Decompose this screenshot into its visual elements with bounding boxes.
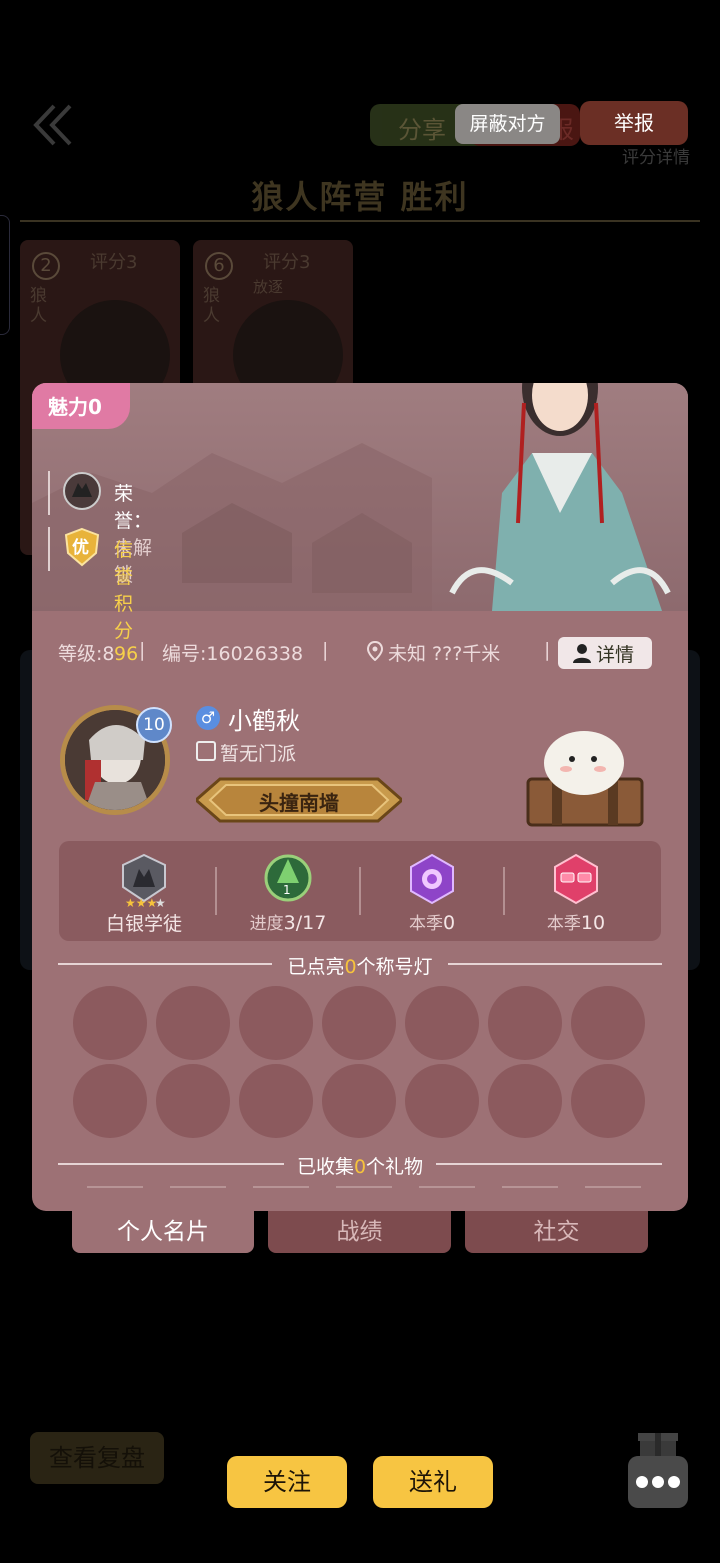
game-result-title: 狼人阵营 胜利 <box>251 178 469 216</box>
divider <box>448 963 662 965</box>
gift-slot-edge <box>502 1186 558 1188</box>
title-light-slot[interactable] <box>156 986 230 1060</box>
location-text: 未知 ???千米 <box>388 643 501 665</box>
title-plate[interactable]: 头撞南墙 <box>193 775 405 825</box>
more-dots-icon[interactable] <box>628 1456 688 1508</box>
title-light-slot[interactable] <box>322 1064 396 1138</box>
title-light-slot[interactable] <box>322 986 396 1060</box>
title-light-slot[interactable] <box>405 1064 479 1138</box>
separator: | <box>544 639 551 661</box>
sect-flag-icon <box>196 741 216 761</box>
wolf-emblem-icon: ★★★ ★ <box>119 853 169 910</box>
title-light-slot[interactable] <box>488 986 562 1060</box>
achievement-label: 本季10 <box>546 912 606 934</box>
avatar-level-badge: 10 <box>136 707 172 743</box>
achievement-label: 白银学徒 <box>105 913 182 935</box>
title-light-slot[interactable] <box>571 1064 645 1138</box>
double-chevron-left-icon <box>33 104 72 146</box>
tab-profile-card[interactable]: 个人名片 <box>72 1211 254 1253</box>
gift-slot-edge <box>87 1186 143 1188</box>
sect-text: 暂无门派 <box>220 743 297 765</box>
block-opponent-button[interactable]: 屏蔽对方 <box>455 104 560 144</box>
tab-social[interactable]: 社交 <box>465 1211 648 1253</box>
title-light-slot[interactable] <box>73 1064 147 1138</box>
charm-badge: 魅力0 <box>32 383 130 429</box>
achievement-progress[interactable]: 1 进度3/17 <box>213 841 363 941</box>
male-gender-icon: ♂ <box>196 706 220 730</box>
title-light-grid <box>73 986 653 1138</box>
divider <box>20 220 700 222</box>
detail-button[interactable]: 详情 <box>558 637 652 669</box>
achievement-label: 进度3/17 <box>249 912 327 934</box>
user-id-text: 编号:16026338 <box>162 643 304 665</box>
follow-button[interactable]: 关注 <box>227 1456 347 1508</box>
credit-shield-icon: 优 <box>62 527 102 567</box>
gift-slot-edge <box>419 1186 475 1188</box>
view-replay-button[interactable]: 查看复盘 <box>30 1432 164 1484</box>
title-light-slot[interactable] <box>488 1064 562 1138</box>
honor-row: 荣誉：未解锁 <box>48 471 152 586</box>
title-light-slot[interactable] <box>73 986 147 1060</box>
gift-slot-edge <box>253 1186 309 1188</box>
achievement-season-glasses[interactable]: 本季10 <box>501 841 651 941</box>
svg-text:★★★: ★★★ <box>125 896 157 907</box>
score-detail-link: 评分详情 <box>622 148 690 168</box>
purple-rose-badge-icon <box>407 853 457 907</box>
title-light-slot[interactable] <box>405 986 479 1060</box>
title-light-slot[interactable] <box>239 986 313 1060</box>
gift-slot-edge <box>336 1186 392 1188</box>
title-lights-heading: 已点亮0个称号灯 <box>287 956 433 978</box>
pink-sunglasses-badge-icon <box>551 853 601 907</box>
separator: | <box>322 639 329 661</box>
player-number: 2 <box>32 252 60 280</box>
divider <box>58 1163 284 1165</box>
divider <box>58 963 272 965</box>
person-icon <box>572 643 592 667</box>
title-light-slot[interactable] <box>239 1064 313 1138</box>
player-rating: 评分3 <box>90 252 138 273</box>
nickname: 小鹤秋 <box>228 707 300 735</box>
gift-slot-edge <box>170 1186 226 1188</box>
exile-tag: 放逐 <box>253 278 284 296</box>
badge-number: 1 <box>283 883 291 897</box>
title-light-slot[interactable] <box>571 986 645 1060</box>
green-rank-badge-icon: 1 <box>263 853 313 907</box>
pet-on-suitcase-illustration <box>522 723 652 829</box>
report-button[interactable]: 举报 <box>580 101 688 145</box>
character-avatar-illustration <box>449 383 671 611</box>
separator: | <box>139 639 146 661</box>
gift-slot-edge <box>585 1186 641 1188</box>
achievement-label: 本季0 <box>408 912 456 934</box>
svg-text:★: ★ <box>155 896 166 907</box>
divider <box>436 1163 662 1165</box>
achievement-season-rose[interactable]: 本季0 <box>357 841 507 941</box>
player-number: 6 <box>205 252 233 280</box>
location-pin-icon <box>366 640 384 665</box>
back-button[interactable] <box>30 100 80 150</box>
tab-battle-record[interactable]: 战绩 <box>268 1211 451 1253</box>
achievement-rank[interactable]: ★★★ ★ 白银学徒 <box>69 841 219 941</box>
profile-banner: 魅力0 荣誉：未解锁 优 信誉积分96 <box>32 383 688 665</box>
profile-card: 魅力0 荣誉：未解锁 优 信誉积分96 等级:8 | 编号:16026338 |… <box>32 383 688 1211</box>
level-text: 等级:8 <box>58 643 115 665</box>
credit-row: 优 信誉积分96 <box>48 527 138 665</box>
player-role: 狼人 <box>30 286 47 326</box>
detail-button-label: 详情 <box>596 644 635 666</box>
player-rating: 评分3 <box>263 252 311 273</box>
gifts-heading: 已收集0个礼物 <box>296 1156 424 1178</box>
title-plate-label: 头撞南墙 <box>259 791 339 815</box>
achievement-bar: ★★★ ★ 白银学徒 1 进度3/17 本季0 本季10 <box>59 841 661 941</box>
player-role: 狼人 <box>203 286 220 326</box>
title-light-slot[interactable] <box>156 1064 230 1138</box>
wolf-honor-icon <box>62 471 102 511</box>
side-tab-ghost <box>0 215 10 335</box>
credit-grade: 优 <box>72 538 89 558</box>
send-gift-button[interactable]: 送礼 <box>373 1456 493 1508</box>
